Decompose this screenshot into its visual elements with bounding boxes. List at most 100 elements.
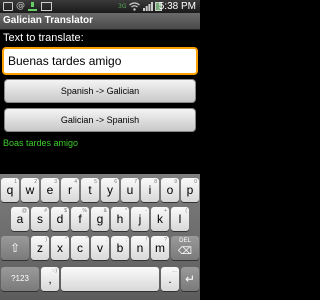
key-j[interactable]: -j — [131, 207, 149, 231]
key-k[interactable]: + k — [151, 207, 169, 231]
key-alt-label: 1 — [14, 179, 17, 185]
translation-result: Boas tardes amigo — [3, 138, 79, 148]
key-label: e — [46, 183, 54, 197]
spanish-to-galician-button[interactable]: Spanish -> Galician — [4, 79, 196, 103]
galician-to-spanish-button[interactable]: Galician -> Spanish — [4, 108, 196, 132]
key-label: l — [178, 212, 182, 226]
key-label: w — [25, 183, 35, 197]
delete-key[interactable]: DEL ⌫ — [171, 236, 199, 260]
key-label: b — [116, 241, 124, 255]
key-s[interactable]: # s — [31, 207, 49, 231]
key-alt-label: 6 — [114, 179, 117, 185]
key-alt-label: ; — [125, 237, 127, 243]
key-label: g — [96, 212, 104, 226]
key-label: r — [68, 183, 72, 197]
space-bar[interactable] — [61, 267, 159, 291]
shift-key[interactable]: ⇧ — [1, 236, 29, 260]
key-r[interactable]: 4r — [61, 178, 79, 202]
download-icon — [28, 2, 37, 11]
key-alt-label: 7 — [134, 179, 137, 185]
key-alt-label: 3 — [54, 179, 57, 185]
key-label: o — [166, 183, 174, 197]
key-alt-label: ' — [86, 237, 87, 243]
key-alt-label: … — [172, 268, 177, 274]
key-a[interactable]: @ a — [11, 207, 29, 231]
at-icon: @ — [16, 1, 25, 11]
key-alt-label: 9 — [174, 179, 177, 185]
enter-key[interactable]: ↵ — [181, 267, 199, 291]
usb-icon — [3, 2, 13, 11]
key-l[interactable]: (l — [171, 207, 189, 231]
key-p[interactable]: 0p — [181, 178, 199, 202]
text-to-translate-input[interactable] — [8, 49, 192, 73]
key-label: , — [48, 272, 52, 286]
shift-icon: ⇧ — [9, 241, 21, 255]
key-label: m — [155, 241, 165, 255]
key-label: y — [107, 183, 113, 197]
wifi-icon — [129, 2, 140, 11]
key-label: j — [138, 212, 142, 226]
key-n[interactable]: ! n — [131, 236, 149, 260]
key-alt-label: ? — [164, 237, 167, 243]
key-label: q — [6, 183, 14, 197]
key-label: k — [157, 212, 163, 226]
key-v[interactable]: :v — [91, 236, 109, 260]
key-alt-label: ! — [145, 237, 147, 243]
symbols-key[interactable]: ?123 — [1, 267, 39, 291]
key-d[interactable]: $ d — [51, 207, 69, 231]
signal-icon — [143, 2, 153, 11]
key-label: x — [57, 241, 63, 255]
key-alt-label: # — [44, 208, 47, 214]
key-label: h — [116, 212, 124, 226]
key-label: s — [37, 212, 43, 226]
key-q[interactable]: 1q — [1, 178, 19, 202]
key-y[interactable]: 6y — [101, 178, 119, 202]
key-label: d — [56, 212, 64, 226]
key-alt-label: 4 — [74, 179, 77, 185]
prompt-label: Text to translate: — [3, 32, 84, 44]
backspace-icon: ⌫ — [177, 246, 193, 257]
key-alt-label: 8 — [154, 179, 157, 185]
key-t[interactable]: 5t — [81, 178, 99, 202]
key-label: a — [16, 212, 24, 226]
key-label: z — [37, 241, 43, 255]
key-i[interactable]: 8i — [141, 178, 159, 202]
key-m[interactable]: ? m — [151, 236, 169, 260]
comma-key[interactable]: :-), — [41, 267, 59, 291]
key-alt-label: * — [125, 208, 127, 214]
key-h[interactable]: * h — [111, 207, 129, 231]
key-label: i — [148, 183, 152, 197]
key-u[interactable]: 7u — [121, 178, 139, 202]
status-bar: @ 3G 5:38 PM — [0, 0, 200, 13]
key-alt-label: & — [103, 208, 107, 214]
enter-icon: ↵ — [184, 272, 196, 286]
key-z[interactable]: ) z — [31, 236, 49, 260]
key-g[interactable]: & g — [91, 207, 109, 231]
text-input-container[interactable] — [2, 47, 198, 75]
key-f[interactable]: % f — [71, 207, 89, 231]
key-e[interactable]: 3e — [41, 178, 59, 202]
key-o[interactable]: 9o — [161, 178, 179, 202]
key-w[interactable]: 2w — [21, 178, 39, 202]
title-bar: Galician Translator — [0, 13, 200, 30]
key-b[interactable]: ; b — [111, 236, 129, 260]
key-label: v — [97, 241, 103, 255]
key-c[interactable]: ' c — [71, 236, 89, 260]
key-label: u — [126, 183, 134, 197]
key-x[interactable]: " x — [51, 236, 69, 260]
key-alt-label: :-) — [52, 268, 57, 274]
key-alt-label: $ — [64, 208, 67, 214]
key-alt-label: - — [145, 208, 147, 214]
3g-icon: 3G — [118, 3, 127, 10]
key-label: p — [186, 183, 194, 197]
key-alt-label: @ — [21, 208, 27, 214]
key-label: c — [77, 241, 83, 255]
key-alt-label: ) — [45, 237, 47, 243]
clock: 5:38 PM — [158, 1, 196, 12]
delete-label: DEL — [179, 238, 191, 244]
key-label: . — [168, 272, 172, 286]
key-label: f — [78, 212, 82, 226]
key-alt-label: % — [82, 208, 87, 214]
key-alt-label: + — [164, 208, 167, 214]
period-key[interactable]: …. — [161, 267, 179, 291]
